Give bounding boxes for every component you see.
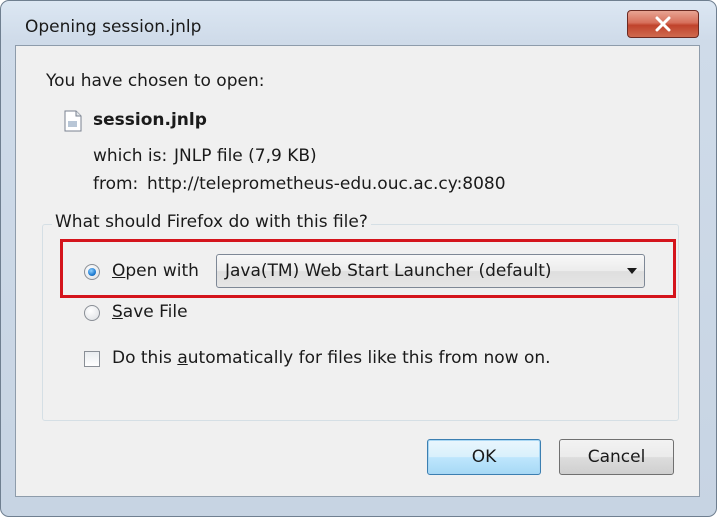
which-is-label: which is: (93, 146, 168, 166)
ok-button[interactable]: OK (427, 439, 541, 475)
save-file-radio[interactable] (84, 305, 100, 321)
file-type: JNLP file (7,9 KB) (174, 146, 317, 166)
close-button[interactable] (627, 10, 699, 38)
file-name: session.jnlp (93, 110, 207, 130)
action-group-label: What should Firefox do with this file? (52, 212, 371, 232)
cancel-button[interactable]: Cancel (559, 439, 674, 475)
intro-text: You have chosen to open: (46, 71, 265, 91)
auto-checkbox[interactable] (84, 351, 100, 367)
file-source: http://teleprometheus-edu.ouc.ac.cy:8080 (147, 174, 506, 194)
auto-accel: a (177, 348, 188, 368)
document-icon (64, 110, 82, 132)
save-file-text: ave File (122, 302, 188, 322)
title-bar[interactable]: Opening session.jnlp (1, 1, 716, 45)
dialog-body: You have chosen to open: session.jnlp wh… (15, 45, 700, 497)
auto-label[interactable]: Do this automatically for files like thi… (112, 348, 551, 368)
save-file-label[interactable]: Save File (112, 302, 188, 322)
highlight-annotation (60, 239, 676, 298)
from-label: from: (93, 174, 139, 194)
window-title: Opening session.jnlp (25, 17, 202, 37)
dialog-window: Opening session.jnlp You have chosen to … (0, 0, 717, 517)
save-file-accel: S (112, 302, 123, 322)
auto-text-suffix: utomatically for files like this from no… (187, 348, 551, 368)
auto-text-prefix: Do this (112, 348, 178, 368)
close-icon (655, 16, 671, 32)
